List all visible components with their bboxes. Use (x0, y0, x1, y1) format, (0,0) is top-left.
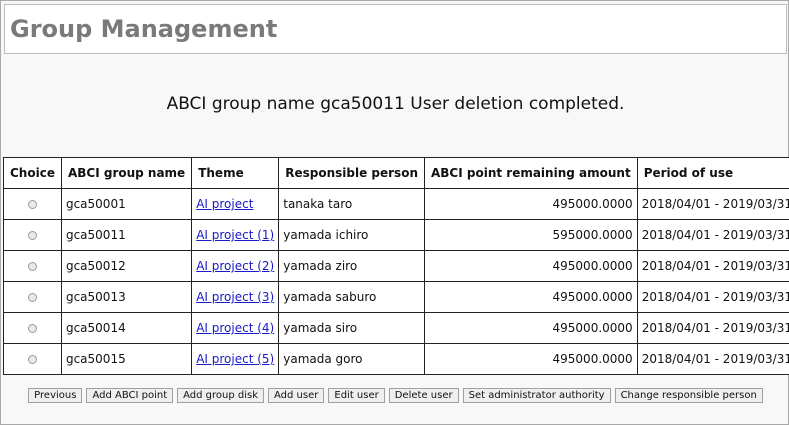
responsible-person-cell: yamada ziro (278, 250, 425, 282)
choice-cell (3, 250, 62, 282)
theme-link[interactable]: AI project (3) (196, 290, 274, 304)
group-name-cell: gca50015 (60, 343, 193, 375)
column-header-choice: Choice (3, 157, 62, 189)
theme-cell: AI project (4) (191, 312, 280, 344)
choice-radio[interactable] (27, 293, 37, 302)
period-cell: 2018/04/01 - 2019/03/31 (636, 281, 789, 313)
theme-link[interactable]: AI project (1) (196, 228, 274, 242)
points-cell: 495000.0000 (423, 281, 638, 313)
theme-link[interactable]: AI project (196, 197, 253, 211)
group-name-cell: gca50012 (60, 250, 193, 282)
column-header-theme: Theme (191, 157, 280, 189)
period-cell: 2018/04/01 - 2019/03/31 (636, 219, 789, 251)
column-header-points: ABCI point remaining amount (423, 157, 638, 189)
column-header-group-name: ABCI group name (60, 157, 193, 189)
status-message: ABCI group name gca50011 User deletion c… (166, 94, 625, 114)
table-row: gca50011 AI project (1) yamada ichiro 59… (3, 219, 789, 251)
table-row: gca50012 AI project (2) yamada ziro 4950… (3, 250, 789, 282)
theme-cell: AI project (1) (191, 219, 280, 251)
responsible-person-cell: yamada goro (278, 343, 425, 375)
theme-link[interactable]: AI project (5) (196, 352, 274, 366)
points-cell: 595000.0000 (423, 219, 638, 251)
points-cell: 495000.0000 (423, 188, 638, 220)
choice-cell (3, 343, 62, 375)
column-header-responsible-person: Responsible person (278, 157, 425, 189)
group-name-cell: gca50011 (60, 219, 193, 251)
choice-radio[interactable] (27, 324, 37, 333)
set-administrator-authority-button[interactable]: Set administrator authority (462, 388, 611, 403)
table-row: gca50013 AI project (3) yamada saburo 49… (3, 281, 789, 313)
change-responsible-person-button[interactable]: Change responsible person (614, 388, 763, 403)
choice-radio[interactable] (27, 200, 37, 209)
choice-cell (3, 281, 62, 313)
add-abci-point-button[interactable]: Add ABCI point (86, 388, 174, 403)
responsible-person-cell: yamada ichiro (278, 219, 425, 251)
table-row: gca50001 AI project tanaka taro 495000.0… (3, 188, 789, 220)
choice-cell (3, 188, 62, 220)
theme-cell: AI project (2) (191, 250, 280, 282)
points-cell: 495000.0000 (423, 312, 638, 344)
choice-cell (3, 312, 62, 344)
theme-cell: AI project (5) (191, 343, 280, 375)
table-row: gca50014 AI project (4) yamada siro 4950… (3, 312, 789, 344)
column-header-period: Period of use (636, 157, 789, 189)
period-cell: 2018/04/01 - 2019/03/31 (636, 312, 789, 344)
edit-user-button[interactable]: Edit user (328, 388, 385, 403)
responsible-person-cell: yamada siro (278, 312, 425, 344)
table-header-row: Choice ABCI group name Theme Responsible… (3, 157, 789, 189)
table-row: gca50015 AI project (5) yamada goro 4950… (3, 343, 789, 375)
points-cell: 495000.0000 (423, 250, 638, 282)
period-cell: 2018/04/01 - 2019/03/31 (636, 343, 789, 375)
choice-radio[interactable] (27, 355, 37, 364)
page-title: Group Management (10, 15, 278, 43)
group-name-cell: gca50013 (60, 281, 193, 313)
group-table: Choice ABCI group name Theme Responsible… (3, 157, 789, 375)
theme-link[interactable]: AI project (2) (196, 259, 274, 273)
action-button-bar: Previous Add ABCI point Add group disk A… (1, 388, 789, 403)
period-cell: 2018/04/01 - 2019/03/31 (636, 250, 789, 282)
choice-radio[interactable] (27, 262, 37, 271)
responsible-person-cell: yamada saburo (278, 281, 425, 313)
previous-button[interactable]: Previous (28, 388, 83, 403)
add-group-disk-button[interactable]: Add group disk (177, 388, 265, 403)
page-header: Group Management (4, 4, 787, 54)
add-user-button[interactable]: Add user (268, 388, 325, 403)
choice-radio[interactable] (27, 231, 37, 240)
points-cell: 495000.0000 (423, 343, 638, 375)
group-name-cell: gca50001 (60, 188, 193, 220)
theme-cell: AI project (191, 188, 280, 220)
group-name-cell: gca50014 (60, 312, 193, 344)
delete-user-button[interactable]: Delete user (388, 388, 459, 403)
responsible-person-cell: tanaka taro (278, 188, 425, 220)
choice-cell (3, 219, 62, 251)
period-cell: 2018/04/01 - 2019/03/31 (636, 188, 789, 220)
theme-cell: AI project (3) (191, 281, 280, 313)
page-frame: Group Management ABCI group name gca5001… (0, 0, 789, 425)
theme-link[interactable]: AI project (4) (196, 321, 274, 335)
